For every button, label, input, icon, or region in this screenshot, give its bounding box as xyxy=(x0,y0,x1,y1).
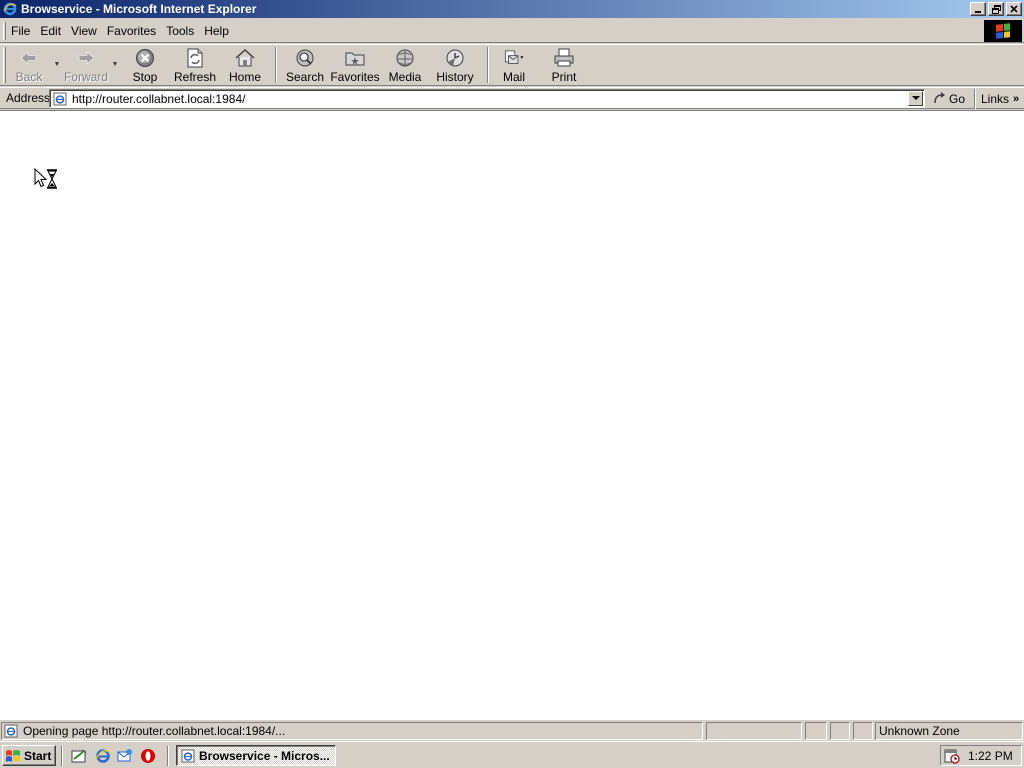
page-icon[interactable] xyxy=(52,91,68,107)
security-zone[interactable]: Unknown Zone xyxy=(875,722,1023,740)
home-icon xyxy=(234,48,256,68)
search-icon xyxy=(294,48,316,68)
status-text: Opening page http://router.collabnet.loc… xyxy=(23,724,286,738)
taskbar-window-label: Browservice - Micros... xyxy=(199,748,330,763)
toolbar-separator xyxy=(275,47,277,83)
chevron-down-icon xyxy=(911,96,920,100)
address-bar: Address Go Links » xyxy=(0,87,1024,109)
favorites-button[interactable]: Favorites xyxy=(328,45,382,85)
address-field[interactable] xyxy=(49,89,925,108)
media-icon xyxy=(394,48,416,68)
favorites-icon xyxy=(344,48,366,68)
address-dropdown-button[interactable] xyxy=(908,91,923,106)
ie-logo-icon[interactable] xyxy=(2,1,18,17)
status-pane xyxy=(805,722,827,740)
back-dropdown-arrow[interactable]: ▼ xyxy=(52,61,62,68)
menu-view[interactable]: View xyxy=(66,24,102,38)
title-bar[interactable]: Browservice - Microsoft Internet Explore… xyxy=(0,0,1024,18)
busy-cursor-icon xyxy=(34,167,60,190)
forward-button[interactable]: Forward xyxy=(62,45,110,85)
mail-button[interactable]: Mail xyxy=(494,45,534,85)
minimize-icon xyxy=(975,11,981,13)
opera-icon[interactable] xyxy=(139,747,157,765)
back-button[interactable]: Back xyxy=(6,45,52,85)
window-title: Browservice - Microsoft Internet Explore… xyxy=(21,2,257,16)
menu-tools[interactable]: Tools xyxy=(161,24,199,38)
history-button[interactable]: History xyxy=(428,45,482,85)
double-chevron-right-icon: » xyxy=(1013,93,1020,105)
status-pane xyxy=(830,722,850,740)
menu-help[interactable]: Help xyxy=(199,24,234,38)
go-label: Go xyxy=(949,92,966,106)
taskbar: Start Browservice - Micros... 1:22 PM xyxy=(0,741,1024,768)
search-button[interactable]: Search xyxy=(282,45,328,85)
page-loading-icon xyxy=(3,723,19,739)
taskbar-separator xyxy=(167,746,169,766)
refresh-button[interactable]: Refresh xyxy=(170,45,220,85)
windows-logo-icon xyxy=(996,23,1010,39)
toolbar-separator xyxy=(487,47,489,83)
go-button[interactable]: Go xyxy=(933,90,965,108)
forward-arrow-icon xyxy=(75,48,97,68)
links-separator xyxy=(974,89,976,109)
page-content[interactable] xyxy=(0,110,1024,720)
menu-edit[interactable]: Edit xyxy=(35,24,66,38)
restore-icon xyxy=(991,4,1001,14)
forward-dropdown-arrow[interactable]: ▼ xyxy=(110,61,120,68)
restore-button[interactable] xyxy=(988,2,1004,16)
menu-file[interactable]: File xyxy=(6,24,35,38)
status-text-pane: Opening page http://router.collabnet.loc… xyxy=(1,722,703,740)
minimize-button[interactable] xyxy=(970,2,986,16)
scheduler-icon[interactable] xyxy=(944,748,960,764)
status-bar: Opening page http://router.collabnet.loc… xyxy=(0,721,1024,741)
go-arrow-icon xyxy=(933,91,947,108)
close-button[interactable] xyxy=(1006,2,1022,16)
close-icon xyxy=(1010,5,1018,13)
links-label: Links xyxy=(981,92,1010,106)
print-button[interactable]: Print xyxy=(534,45,594,85)
show-desktop-icon[interactable] xyxy=(70,747,88,765)
status-pane xyxy=(853,722,873,740)
standard-toolbar: Back ▼ Forward ▼ Stop Refresh Home Searc… xyxy=(0,44,1024,86)
ie-page-icon xyxy=(180,748,196,764)
menu-bar: File Edit View Favorites Tools Help xyxy=(0,19,1024,43)
windows-flag-icon xyxy=(5,749,21,763)
print-icon xyxy=(553,48,575,68)
system-tray: 1:22 PM xyxy=(940,745,1022,766)
address-label: Address xyxy=(6,91,51,105)
window-controls xyxy=(968,2,1022,16)
history-icon xyxy=(444,48,466,68)
home-button[interactable]: Home xyxy=(220,45,270,85)
progress-pane xyxy=(706,722,802,740)
mail-icon xyxy=(503,48,525,68)
internet-explorer-icon[interactable] xyxy=(94,747,112,765)
clock[interactable]: 1:22 PM xyxy=(968,749,1013,763)
refresh-icon xyxy=(184,48,206,68)
back-arrow-icon xyxy=(18,48,40,68)
start-button[interactable]: Start xyxy=(2,745,56,766)
taskbar-separator xyxy=(61,746,63,766)
stop-button[interactable]: Stop xyxy=(120,45,170,85)
media-button[interactable]: Media xyxy=(382,45,428,85)
address-input[interactable] xyxy=(72,91,892,106)
links-button[interactable]: Links » xyxy=(981,90,1019,108)
outlook-express-icon[interactable] xyxy=(116,747,134,765)
windows-throbber xyxy=(984,20,1022,42)
start-label: Start xyxy=(24,748,52,763)
taskbar-window-button[interactable]: Browservice - Micros... xyxy=(176,745,336,766)
stop-icon xyxy=(134,48,156,68)
menu-favorites[interactable]: Favorites xyxy=(102,24,161,38)
